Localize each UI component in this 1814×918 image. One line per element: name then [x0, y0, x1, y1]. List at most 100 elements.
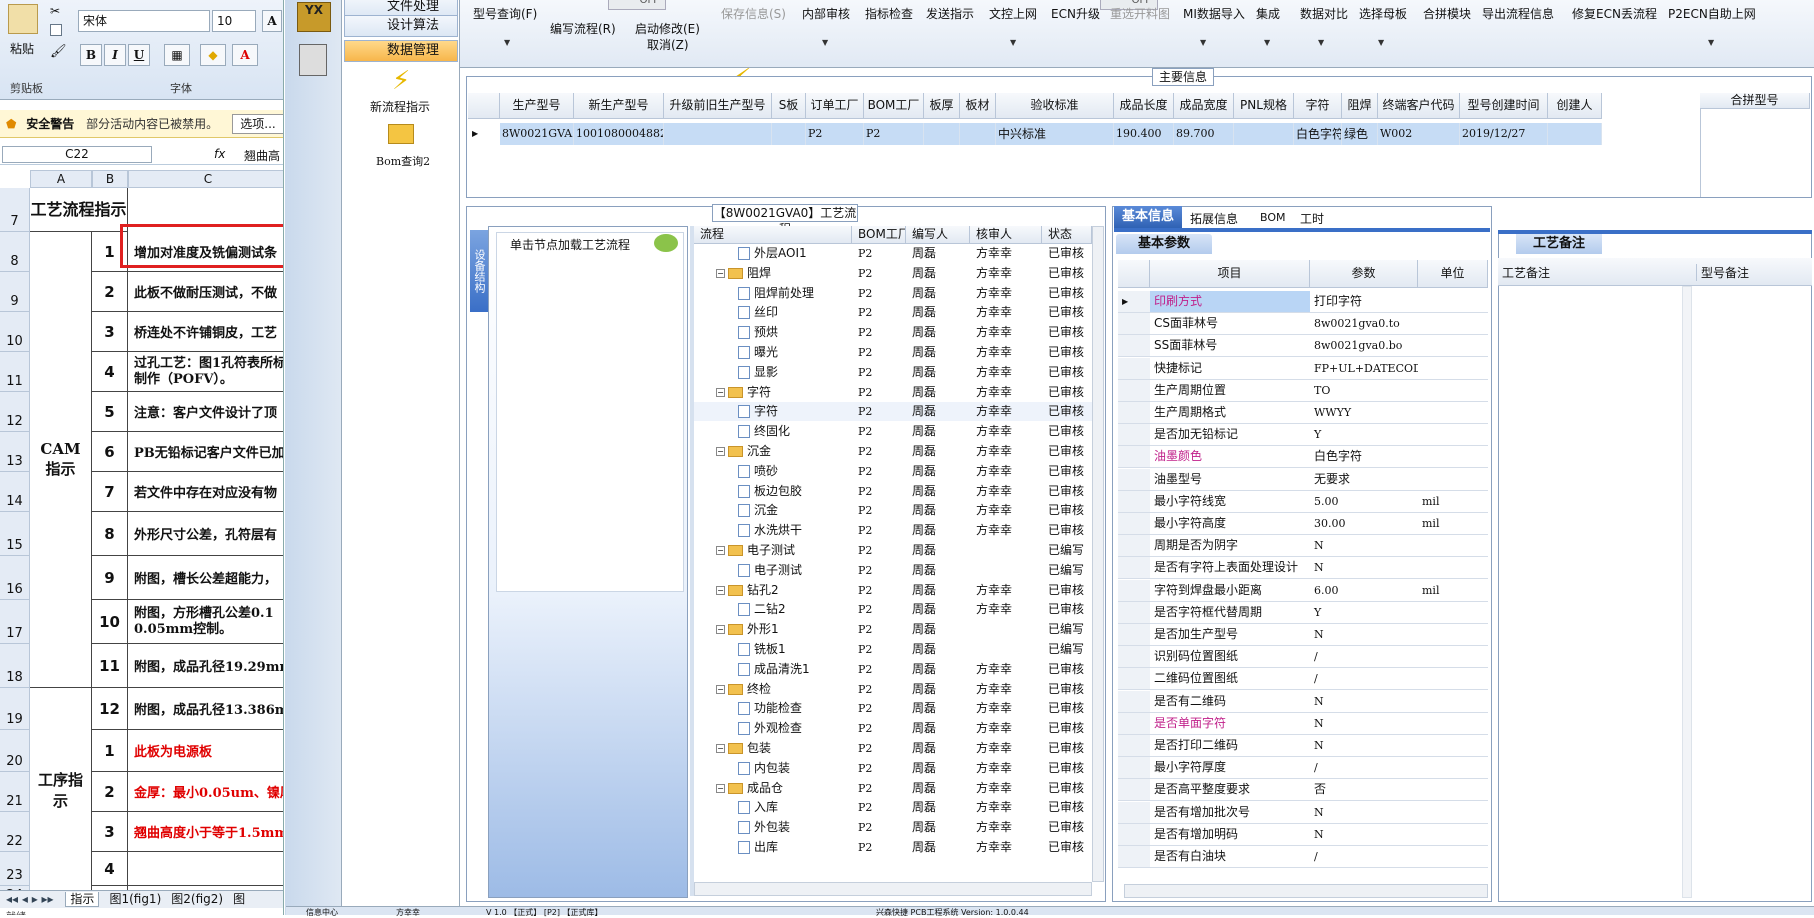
flow-tree-row[interactable]: 外层AOI1 P2 周磊 方幸幸 已审核	[694, 244, 1092, 263]
main-cell[interactable]	[924, 123, 960, 145]
row-number[interactable]: 20	[0, 730, 30, 772]
flow-tree-row[interactable]: − 阻焊 P2 周磊 方幸幸 已审核	[694, 264, 1092, 283]
tb-cancel[interactable]: 取消(Z)	[647, 36, 689, 53]
flow-node[interactable]: 预烘	[738, 323, 778, 342]
main-cell[interactable]: 190.400	[1114, 123, 1174, 145]
tb-doc-arrow[interactable]: ▼	[1010, 38, 1016, 47]
main-cell[interactable]	[1548, 123, 1602, 145]
main-col-header[interactable]: 新生产型号	[574, 93, 664, 119]
grow-font-button[interactable]: A	[262, 10, 282, 32]
main-col-header[interactable]: 阻焊	[1342, 93, 1378, 119]
equipment-structure-tab[interactable]: 设备结构	[470, 230, 488, 312]
param-row[interactable]: 是否加生产型号 N	[1118, 624, 1488, 646]
param-row[interactable]: 周期是否为阴字 N	[1118, 535, 1488, 558]
tab-bom[interactable]: BOM	[1260, 211, 1286, 224]
remarks-scroll[interactable]	[1682, 286, 1692, 898]
flow-node[interactable]: − 电子测试	[716, 541, 795, 560]
main-col-header[interactable]: S板	[772, 93, 806, 119]
sheet-tab[interactable]: 图	[233, 892, 245, 906]
tb-compare-arrow[interactable]: ▼	[1318, 38, 1324, 47]
flow-node[interactable]: 曝光	[738, 343, 778, 362]
bold-button[interactable]: B	[80, 44, 102, 66]
flow-node[interactable]: − 字符	[716, 383, 771, 402]
main-col-header[interactable]: 终端客户代码	[1378, 93, 1460, 119]
flow-tree-row[interactable]: 曝光 P2 周磊 方幸幸 已审核	[694, 343, 1092, 362]
row-number[interactable]: 22	[0, 812, 30, 852]
param-value[interactable]: /	[1310, 668, 1418, 689]
flow-node[interactable]: − 外形1	[716, 620, 779, 639]
row-number[interactable]: 19	[0, 688, 30, 730]
cam-instruction-cell[interactable]: 此板不做耐压测试，不做	[128, 272, 283, 312]
tb-write-flow[interactable]: 编写流程(R)	[550, 20, 616, 37]
tb-start-modify[interactable]: 启动修改(E)	[635, 20, 700, 37]
tb-select-mother[interactable]: 选择母板	[1359, 5, 1407, 22]
flow-node[interactable]: 字符	[738, 402, 778, 421]
param-row[interactable]: ▶ 印刷方式 打印字符	[1118, 291, 1488, 313]
param-row[interactable]: 快捷标记 FP+UL+DATECODE	[1118, 357, 1488, 380]
param-row[interactable]: 字符到焊盘最小距离 6.00 mil	[1118, 579, 1488, 602]
flow-tree-row[interactable]: 二钻2 P2 周磊 方幸幸 已审核	[694, 600, 1092, 619]
param-row[interactable]: 是否打印二维码 N	[1118, 735, 1488, 757]
toggle-off-1[interactable]: OFF	[608, 0, 666, 10]
flow-node[interactable]: 入库	[738, 798, 778, 817]
underline-button[interactable]: U	[128, 44, 150, 66]
cam-instruction-cell[interactable]: 附图，成品孔径19.29mm	[128, 644, 283, 688]
flow-col-header[interactable]: 状态	[1042, 226, 1092, 244]
tab-extended-info[interactable]: 拓展信息	[1190, 210, 1238, 227]
tb-review-arrow[interactable]: ▼	[822, 38, 828, 47]
font-color-button[interactable]: A	[232, 44, 258, 66]
nav-data-management[interactable]: 数据管理	[344, 40, 458, 62]
cam-instruction-cell[interactable]: 桥连处不许铺铜皮，工艺	[128, 312, 283, 352]
param-value[interactable]: Y	[1310, 602, 1418, 623]
param-value[interactable]: 无要求	[1310, 469, 1418, 490]
tb-send-instruction[interactable]: 发送指示	[926, 5, 974, 22]
sheet-tab[interactable]: 图2(fig2)	[171, 892, 223, 906]
fill-color-button[interactable]: ◆	[200, 44, 226, 66]
tb-export-flow[interactable]: 导出流程信息	[1482, 5, 1554, 22]
flow-node[interactable]: 沉金	[738, 501, 778, 520]
row-number[interactable]: 8	[0, 232, 30, 272]
main-col-header[interactable]: 板材	[960, 93, 996, 119]
row-number[interactable]: 7	[0, 188, 30, 232]
param-row[interactable]: 识别码位置图纸 /	[1118, 646, 1488, 669]
row-number[interactable]: 14	[0, 472, 30, 512]
param-value[interactable]: 打印字符	[1310, 291, 1418, 312]
flow-tree-row[interactable]: 成品清洗1 P2 周磊 方幸幸 已审核	[694, 660, 1092, 679]
basic-col-header[interactable]: 单位	[1418, 260, 1488, 288]
row-number[interactable]: 10	[0, 312, 30, 352]
row-number[interactable]: 23	[0, 852, 30, 886]
tb-mi-import[interactable]: MI数据导入	[1183, 5, 1245, 22]
main-cell[interactable]: P2	[864, 123, 924, 145]
flow-tree-row[interactable]: 电子测试 P2 周磊 已编写	[694, 561, 1092, 580]
row-number[interactable]: 18	[0, 644, 30, 688]
main-col-header[interactable]: 成品长度	[1114, 93, 1174, 119]
col-header-b[interactable]: B	[92, 170, 128, 188]
flow-node[interactable]: − 成品仓	[716, 779, 783, 798]
main-cell[interactable]: 绿色	[1342, 123, 1378, 145]
flow-tree-row[interactable]: − 钻孔2 P2 周磊 方幸幸 已审核	[694, 581, 1092, 600]
flow-node[interactable]: 功能检查	[738, 699, 802, 718]
param-value[interactable]: N	[1310, 535, 1418, 556]
flow-node[interactable]: 出库	[738, 838, 778, 857]
basic-col-header[interactable]: 参数	[1310, 260, 1418, 288]
col-header-a[interactable]: A	[30, 170, 92, 188]
collapse-toggle-icon[interactable]: −	[716, 546, 725, 555]
main-col-header[interactable]: 型号创建时间	[1460, 93, 1548, 119]
cam-instruction-cell[interactable]: 外形尺寸公差，孔符层有	[128, 512, 283, 556]
tb-save-info[interactable]: 保存信息(S)	[721, 5, 786, 22]
row-number[interactable]: 21	[0, 772, 30, 812]
nav-design-algorithm[interactable]: 设计算法	[344, 15, 458, 37]
tb-internal-review[interactable]: 内部审核	[802, 5, 850, 22]
param-row[interactable]: SS面菲林号 8w0021gva0.bo	[1118, 335, 1488, 358]
format-painter-icon[interactable]: 🖌	[50, 44, 67, 59]
collapse-toggle-icon[interactable]: −	[716, 744, 725, 753]
flow-node[interactable]: 铣板1	[738, 640, 786, 659]
tb-index-check[interactable]: 指标检查	[865, 5, 913, 22]
param-row[interactable]: 最小字符厚度 /	[1118, 757, 1488, 780]
flow-tree-row[interactable]: − 字符 P2 周磊 方幸幸 已审核	[694, 383, 1092, 402]
collapse-toggle-icon[interactable]: −	[716, 585, 725, 595]
flow-vscroll[interactable]	[1092, 226, 1104, 882]
tb-p2ecn-arrow[interactable]: ▼	[1708, 38, 1714, 47]
font-size-select[interactable]: 10	[212, 10, 256, 32]
main-cell[interactable]: 白色字符	[1294, 123, 1342, 145]
